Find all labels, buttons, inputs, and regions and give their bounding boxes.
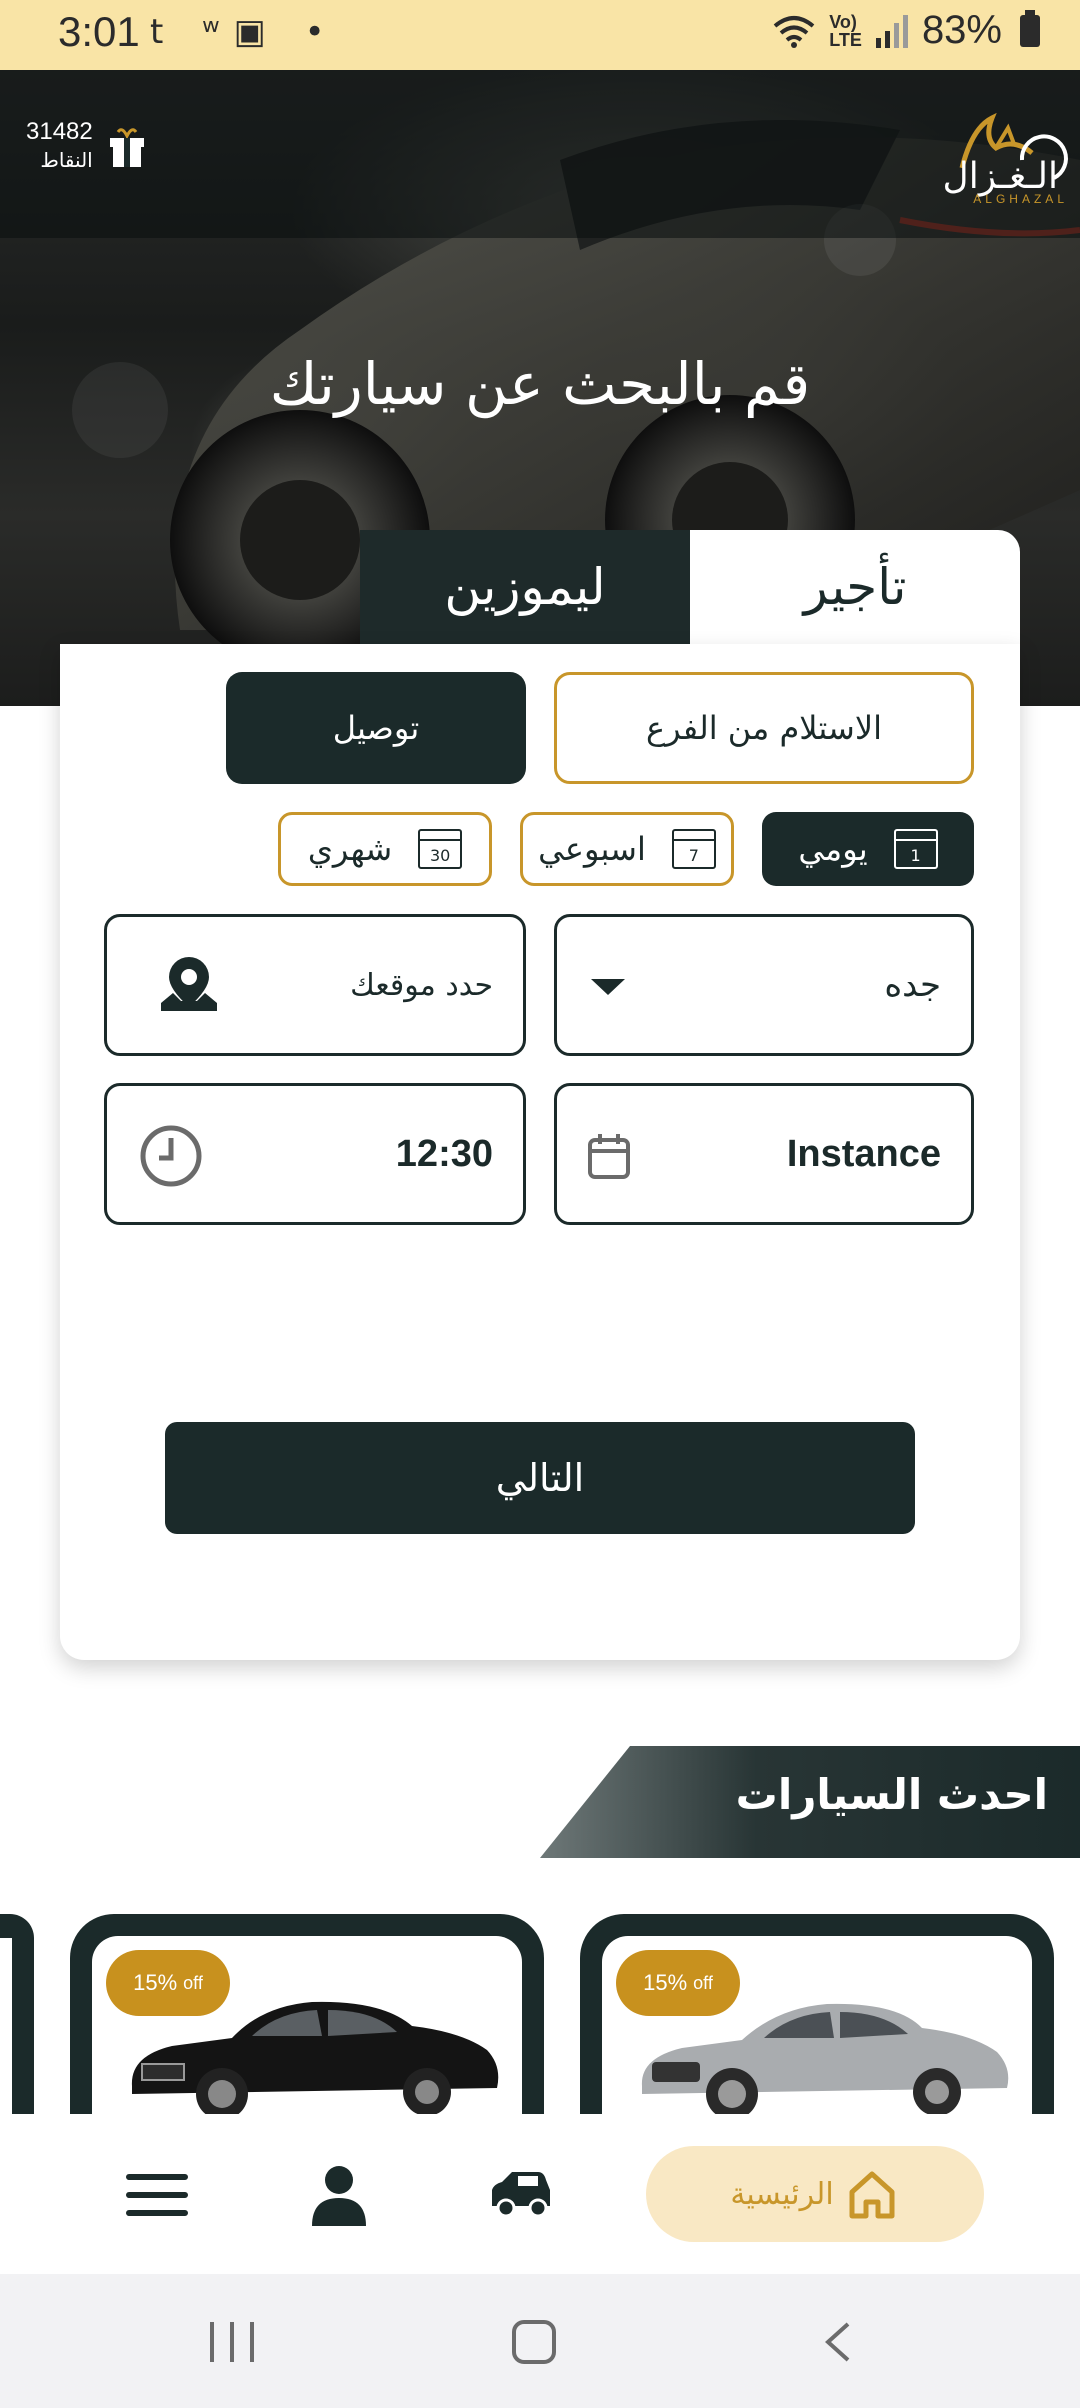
chevron-down-icon [591, 979, 625, 995]
calendar-number: 7 [688, 846, 699, 865]
time-field[interactable]: 12:30 [104, 1083, 526, 1225]
next-button[interactable]: التالي [165, 1422, 915, 1534]
discount-suffix: off [693, 1972, 713, 1993]
date-value: Instance [786, 1132, 941, 1175]
gift-icon[interactable] [108, 126, 146, 168]
calendar-number: 30 [429, 846, 451, 865]
nav-home[interactable]: الرئيسية [646, 2146, 984, 2242]
home-icon [849, 2171, 895, 2219]
car-card[interactable]: 15% off [580, 1914, 1054, 2124]
location-pin-icon [161, 957, 217, 1011]
calendar-icon: 1 [893, 829, 938, 869]
battery-icon [1020, 9, 1040, 47]
car-card-inner: 15% off [602, 1936, 1032, 2124]
points-display[interactable]: 31482 النقاط [26, 118, 93, 172]
car-card-inner: 15% off [92, 1936, 522, 2124]
period-daily[interactable]: يومي 1 [762, 812, 974, 886]
profile-icon[interactable] [304, 2160, 374, 2230]
points-label: النقاط [40, 148, 93, 172]
hero-title: قم بالبحث عن سيارتك [269, 350, 811, 418]
volte-icon: Vo) LTE [829, 11, 862, 50]
calendar-icon: 30 [418, 829, 463, 869]
status-right: Vo) LTE 83% [771, 8, 1040, 53]
signal-icon [875, 14, 908, 48]
calendar-number: 1 [910, 846, 921, 865]
clock-icon [140, 1125, 202, 1187]
discount-badge: 15% off [106, 1950, 230, 2016]
nav-home-label: الرئيسية [730, 2176, 834, 2212]
hero-header-band [0, 70, 1080, 238]
time-value: 12:30 [395, 1132, 493, 1175]
discount-value: 15% [643, 1970, 688, 1995]
system-home-icon[interactable] [512, 2320, 556, 2364]
date-field[interactable]: Instance [554, 1083, 974, 1225]
car-card[interactable]: 15% off [70, 1914, 544, 2124]
period-monthly-label: شهري [307, 830, 393, 868]
status-bar: 3:01 t ʷ▣ • Vo) LTE 83% [0, 0, 1080, 70]
city-select[interactable]: جده [554, 914, 974, 1056]
location-placeholder: حدد موقعك [350, 967, 493, 1003]
tab-limousine[interactable]: ليموزين [360, 530, 690, 644]
calendar-icon: 7 [671, 829, 716, 869]
period-daily-label: يومي [798, 830, 868, 868]
city-value: جده [884, 965, 941, 1005]
wifi-icon [773, 15, 815, 48]
period-weekly[interactable]: اسبوعي 7 [520, 812, 734, 886]
back-icon[interactable] [822, 2322, 852, 2362]
car-card-partial-inner [0, 1938, 12, 2124]
discount-badge: 15% off [616, 1950, 740, 2016]
points-value: 31482 [26, 118, 93, 145]
discount-value: 15% [133, 1970, 178, 1995]
status-time: 3:01 [58, 8, 140, 55]
logo-subtitle: ALGHAZAL [973, 192, 1068, 206]
notification-icons: t ʷ▣ • [150, 12, 339, 52]
calendar-icon [588, 1134, 630, 1179]
discount-suffix: off [183, 1972, 203, 1993]
tab-rent[interactable]: تأجير [690, 530, 1020, 644]
delivery-button[interactable]: توصيل [226, 672, 526, 784]
location-field[interactable]: حدد موقعك [104, 914, 526, 1056]
battery-percent: 83% [921, 8, 1002, 52]
car-icon[interactable] [486, 2160, 556, 2230]
period-weekly-label: اسبوعي [538, 830, 646, 868]
logo-text: الـغـزال [942, 156, 1058, 197]
latest-cars-title: احدث السيارات [735, 1770, 1048, 1819]
recent-apps-icon[interactable] [210, 2322, 254, 2362]
period-monthly[interactable]: شهري 30 [278, 812, 492, 886]
menu-icon[interactable] [122, 2160, 192, 2230]
pickup-from-branch-button[interactable]: الاستلام من الفرع [554, 672, 974, 784]
